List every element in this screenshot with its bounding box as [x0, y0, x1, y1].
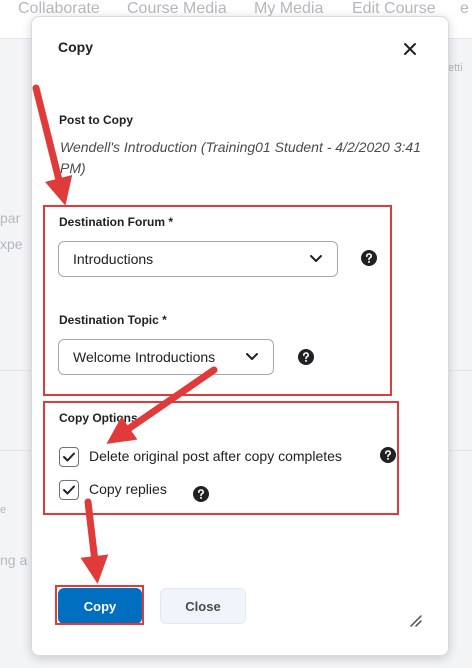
annotation-arrows	[32, 84, 218, 584]
annotation-arrow-3	[80, 498, 109, 584]
annotation-arrow-1	[32, 84, 73, 206]
annotation-arrow-2	[106, 366, 218, 444]
